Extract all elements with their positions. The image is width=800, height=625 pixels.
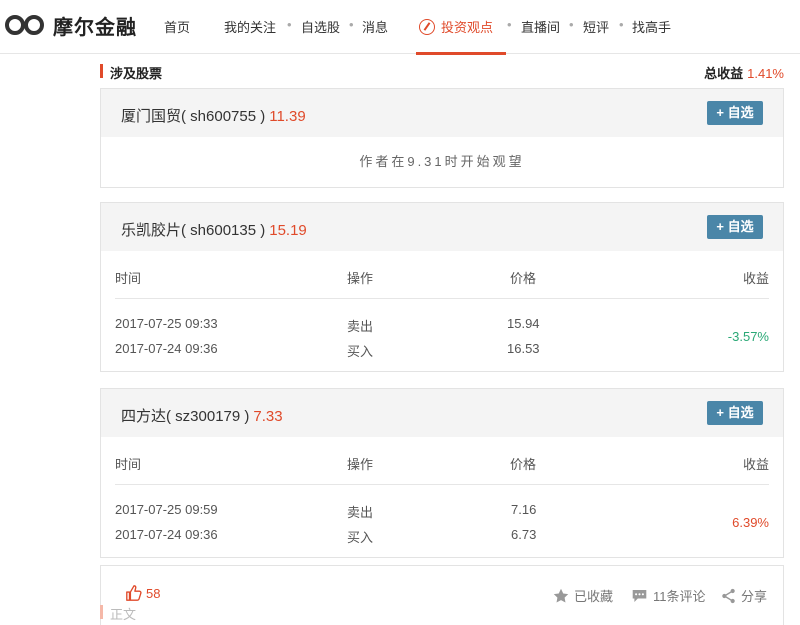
nav-separator: • xyxy=(569,17,574,32)
nav-item-views-label: 投资观点 xyxy=(441,20,494,35)
nav-separator: • xyxy=(619,17,624,32)
nav-active-underline xyxy=(416,52,506,55)
section-marker xyxy=(100,64,103,78)
article-action-bar: 58 已收藏 11条评论 分享 xyxy=(100,565,784,625)
stock-name-code: 厦门国贸( sh600755 ) xyxy=(121,108,266,125)
stock-card: 四方达( sz300179 ) 7.33 + 自选 时间 操作 价格 收益 201… xyxy=(100,388,784,558)
logo-mark-icon xyxy=(5,11,49,39)
trade-price: 7.16 xyxy=(511,502,537,517)
add-watchlist-button[interactable]: + 自选 xyxy=(707,101,763,125)
add-watchlist-button[interactable]: + 自选 xyxy=(707,401,763,425)
col-gain: 收益 xyxy=(742,271,769,286)
nav-item-watchlist[interactable]: 自选股 xyxy=(301,17,340,36)
col-price: 价格 xyxy=(510,457,537,472)
trade-gain: -3.57% xyxy=(727,329,769,344)
total-return-label: 总收益 xyxy=(704,66,744,81)
col-time: 时间 xyxy=(115,271,142,286)
brand-logo[interactable]: 摩尔金融 xyxy=(5,10,137,40)
stock-card-header: 四方达( sz300179 ) 7.33 + 自选 xyxy=(101,389,783,437)
trade-table-header: 时间 操作 价格 收益 xyxy=(115,251,769,299)
trade-table-body: 2017-07-25 09:59 卖出 7.16 2017-07-24 09:3… xyxy=(115,485,769,557)
comments-label: 11条评论 xyxy=(653,589,706,604)
nav-separator: • xyxy=(287,17,292,32)
nav-item-following[interactable]: 我的关注 xyxy=(224,17,276,36)
stock-name[interactable]: 四方达( sz300179 ) 7.33 xyxy=(121,405,283,426)
trade-time: 2017-07-24 09:36 xyxy=(115,527,218,542)
stock-card-header: 厦门国贸( sh600755 ) 11.39 + 自选 xyxy=(101,89,783,137)
collect-label: 已收藏 xyxy=(574,589,614,604)
body-section-title: 正文 xyxy=(110,607,137,622)
nav-item-comments[interactable]: 短评 xyxy=(583,17,609,36)
stock-name-code: 乐凯胶片( sh600135 ) xyxy=(121,222,266,239)
trade-price: 15.94 xyxy=(507,316,540,331)
nav-separator: • xyxy=(507,17,512,32)
stock-card: 厦门国贸( sh600755 ) 11.39 + 自选 作者在9.31时开始观望 xyxy=(100,88,784,188)
related-stocks-header: 涉及股票 总收益 1.41% xyxy=(100,62,784,82)
compass-icon xyxy=(419,19,435,35)
trade-price: 6.73 xyxy=(511,527,537,542)
trade-action: 买入 xyxy=(347,344,374,359)
share-icon xyxy=(722,588,735,603)
stock-price: 11.39 xyxy=(269,108,306,125)
nav-separator: • xyxy=(349,17,354,32)
section-title: 涉及股票 xyxy=(110,66,163,81)
nav-item-views[interactable]: 投资观点 xyxy=(419,17,493,36)
star-icon xyxy=(553,588,569,603)
comments-button[interactable]: 11条评论 xyxy=(631,586,706,605)
col-time: 时间 xyxy=(115,457,142,472)
share-label: 分享 xyxy=(741,589,768,604)
trade-action: 卖出 xyxy=(347,319,374,334)
section-marker xyxy=(100,605,103,619)
col-gain: 收益 xyxy=(742,457,769,472)
stock-price: 7.33 xyxy=(253,408,283,425)
total-return-value: 1.41% xyxy=(747,66,784,81)
watch-note: 作者在9.31时开始观望 xyxy=(359,154,525,169)
stock-name[interactable]: 厦门国贸( sh600755 ) 11.39 xyxy=(121,105,306,126)
nav-item-experts[interactable]: 找高手 xyxy=(632,17,671,36)
stock-card: 乐凯胶片( sh600135 ) 15.19 + 自选 时间 操作 价格 收益 2… xyxy=(100,202,784,372)
top-navbar: 摩尔金融 首页 我的关注 • 自选股 • 消息 投资观点 • 直播间 • 短评 … xyxy=(0,0,800,55)
nav-item-messages[interactable]: 消息 xyxy=(362,17,388,36)
nav-item-live[interactable]: 直播间 xyxy=(521,17,560,36)
trade-table-header: 时间 操作 价格 收益 xyxy=(115,437,769,485)
nav-item-home[interactable]: 首页 xyxy=(164,17,190,36)
trade-gain: 6.39% xyxy=(732,515,769,530)
thumb-up-icon xyxy=(126,585,142,601)
stock-name-code: 四方达( sz300179 ) xyxy=(121,408,250,425)
trade-table-body: 2017-07-25 09:33 卖出 15.94 2017-07-24 09:… xyxy=(115,299,769,371)
trade-time: 2017-07-25 09:59 xyxy=(115,502,218,517)
stock-card-header: 乐凯胶片( sh600135 ) 15.19 + 自选 xyxy=(101,203,783,251)
trade-action: 卖出 xyxy=(347,505,374,520)
total-return: 总收益 1.41% xyxy=(704,63,784,82)
col-action: 操作 xyxy=(347,457,374,472)
like-count: 58 xyxy=(146,585,161,601)
brand-name: 摩尔金融 xyxy=(53,16,137,39)
like-button[interactable]: 58 xyxy=(125,584,160,602)
comment-icon xyxy=(632,589,647,602)
col-action: 操作 xyxy=(347,271,374,286)
trade-time: 2017-07-24 09:36 xyxy=(115,341,218,356)
trade-price: 16.53 xyxy=(507,341,540,356)
collect-button[interactable]: 已收藏 xyxy=(553,586,613,605)
trade-action: 买入 xyxy=(347,530,374,545)
add-watchlist-button[interactable]: + 自选 xyxy=(707,215,763,239)
col-price: 价格 xyxy=(510,271,537,286)
stock-price: 15.19 xyxy=(269,222,307,239)
share-button[interactable]: 分享 xyxy=(721,586,767,605)
trade-time: 2017-07-25 09:33 xyxy=(115,316,218,331)
stock-name[interactable]: 乐凯胶片( sh600135 ) 15.19 xyxy=(121,219,307,240)
